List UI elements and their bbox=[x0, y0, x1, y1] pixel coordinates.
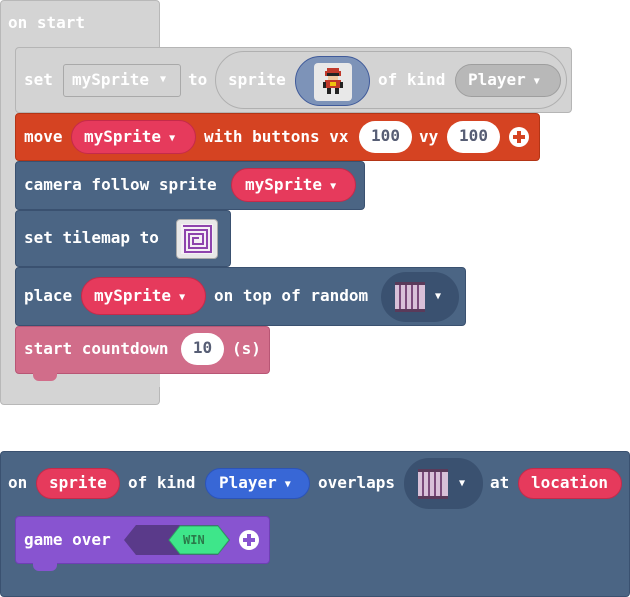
on-label: on bbox=[8, 473, 28, 492]
countdown-bottom-notch bbox=[33, 373, 57, 381]
seconds-unit-label: (s) bbox=[232, 339, 261, 358]
expand-plus-icon[interactable] bbox=[238, 529, 260, 551]
vy-label: vy bbox=[419, 127, 439, 146]
overlap-tile-dropdown[interactable]: ▼ bbox=[404, 458, 483, 509]
on-start-title: on start bbox=[8, 13, 86, 32]
move-variable-label: mySprite bbox=[84, 127, 162, 146]
of-kind-label: of kind bbox=[378, 70, 446, 89]
countdown-seconds-input[interactable]: 10 bbox=[181, 333, 224, 365]
at-label: at bbox=[490, 473, 510, 492]
expand-plus-icon[interactable] bbox=[508, 126, 530, 148]
camera-variable-dropdown[interactable]: mySprite ▼ bbox=[231, 168, 356, 202]
chevron-down-icon: ▼ bbox=[459, 478, 466, 489]
sprite-label: sprite bbox=[228, 70, 286, 89]
chevron-down-icon: ▼ bbox=[284, 479, 291, 490]
kind-dropdown[interactable]: Player ▼ bbox=[205, 468, 310, 499]
place-variable-dropdown[interactable]: mySprite ▼ bbox=[81, 277, 206, 315]
overlaps-label: overlaps bbox=[318, 473, 396, 492]
tilemap-picker[interactable] bbox=[176, 219, 218, 259]
of-kind-label: of kind bbox=[128, 473, 196, 492]
chevron-down-icon: ▼ bbox=[160, 74, 167, 85]
with-buttons-label: with buttons vx bbox=[204, 127, 349, 146]
chevron-down-icon: ▼ bbox=[330, 181, 337, 192]
fence-tile-icon bbox=[395, 282, 425, 312]
place-variable-label: mySprite bbox=[94, 286, 172, 305]
sprite-parameter-label: sprite bbox=[49, 473, 107, 492]
camera-follow-label: camera follow sprite bbox=[24, 175, 217, 194]
fence-tile-icon bbox=[418, 469, 448, 499]
place-keyword: place bbox=[24, 286, 73, 305]
kind-dropdown[interactable]: Player ▼ bbox=[455, 64, 561, 97]
tilemap-icon bbox=[181, 224, 213, 254]
vy-input[interactable]: 100 bbox=[447, 121, 500, 153]
chevron-down-icon: ▼ bbox=[435, 291, 442, 302]
kind-dropdown-label: Player bbox=[468, 70, 526, 89]
on-top-of-random-label: on top of random bbox=[214, 286, 369, 305]
kind-dropdown-label: Player bbox=[219, 473, 277, 492]
sprite-thumbnail bbox=[314, 63, 352, 101]
move-keyword: move bbox=[24, 127, 63, 146]
start-countdown-label: start countdown bbox=[24, 339, 169, 358]
win-toggle[interactable]: WIN bbox=[122, 524, 232, 556]
variable-dropdown[interactable]: mySprite ▼ bbox=[63, 64, 181, 97]
to-label: to bbox=[188, 70, 208, 89]
variable-dropdown-label: mySprite bbox=[72, 70, 150, 89]
vx-input[interactable]: 100 bbox=[359, 121, 412, 153]
location-parameter[interactable]: location bbox=[518, 468, 622, 499]
camera-variable-label: mySprite bbox=[245, 175, 323, 194]
location-parameter-label: location bbox=[531, 473, 609, 492]
move-variable-dropdown[interactable]: mySprite ▼ bbox=[71, 120, 196, 154]
tile-dropdown[interactable]: ▼ bbox=[381, 272, 459, 322]
game-over-bottom-notch bbox=[33, 563, 57, 571]
chevron-down-icon: ▼ bbox=[179, 292, 186, 303]
set-tilemap-label: set tilemap to bbox=[24, 228, 159, 247]
win-label: WIN bbox=[183, 533, 205, 547]
chevron-down-icon: ▼ bbox=[169, 133, 176, 144]
player-sprite-icon bbox=[323, 68, 343, 94]
set-keyword: set bbox=[24, 70, 53, 89]
sprite-image-picker[interactable] bbox=[295, 56, 370, 106]
game-over-label: game over bbox=[24, 530, 111, 549]
sprite-parameter[interactable]: sprite bbox=[36, 468, 120, 499]
chevron-down-icon: ▼ bbox=[533, 76, 540, 87]
